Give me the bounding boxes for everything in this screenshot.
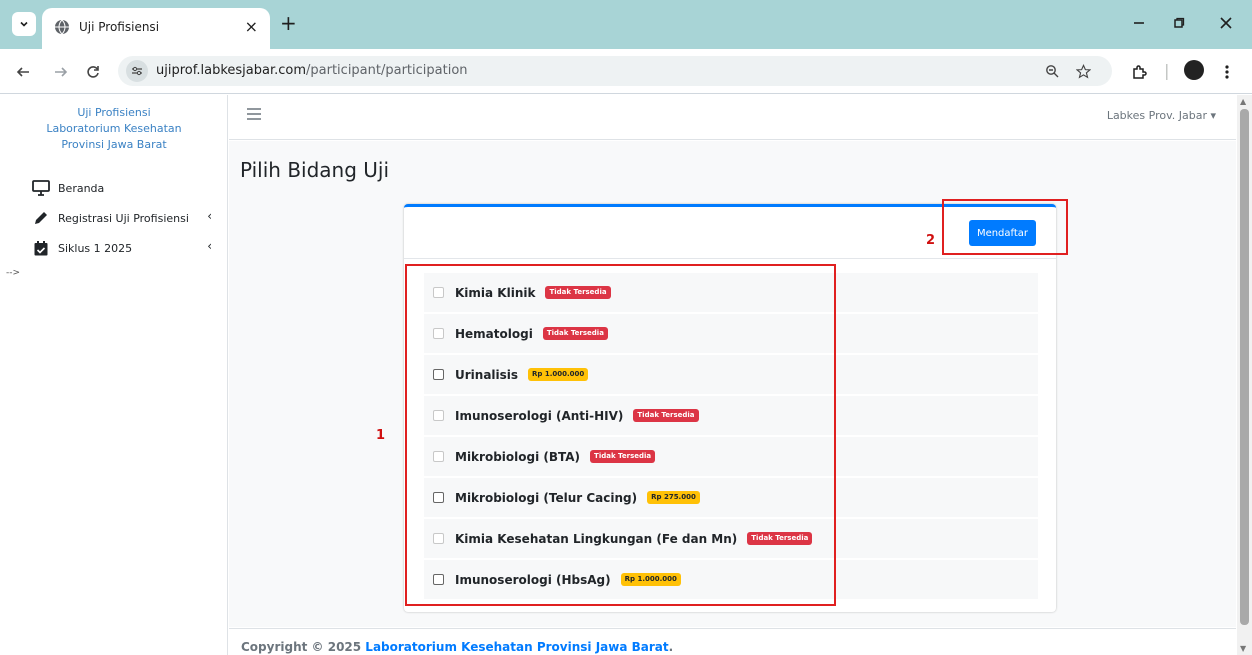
address-bar: ujiprof.labkesjabar.com/participant/part…	[0, 49, 1252, 94]
restore-icon	[1174, 17, 1185, 28]
footer: Copyright © 2025 Laboratorium Kesehatan …	[229, 628, 1236, 655]
top-navbar: Labkes Prov. Jabar ▾	[229, 95, 1236, 140]
zoom-button[interactable]	[1042, 61, 1062, 81]
reload-icon	[87, 66, 99, 78]
star-icon	[1075, 63, 1091, 78]
zoom-icon	[1046, 65, 1059, 78]
chevron-down-icon	[20, 21, 28, 27]
desktop-icon	[32, 180, 50, 196]
sidebar: Uji Profisiensi Laboratorium Kesehatan P…	[0, 95, 228, 655]
page-title: Pilih Bidang Uji	[240, 158, 390, 182]
chevron-left-icon: ‹	[207, 239, 212, 253]
sidebar-item-label: Registrasi Uji Profisiensi	[58, 211, 189, 225]
page-scrollbar[interactable]: ▲ ▼	[1237, 95, 1252, 655]
tab-search-button[interactable]	[12, 12, 36, 36]
annotation-box-1	[405, 264, 836, 606]
url-input[interactable]: ujiprof.labkesjabar.com/participant/part…	[118, 56, 1112, 86]
annotation-label-1: 1	[376, 428, 386, 443]
divider-icon	[1166, 64, 1168, 80]
more-vert-icon	[1225, 65, 1229, 79]
close-window-button[interactable]	[1215, 12, 1237, 34]
toolbar-divider	[1156, 61, 1178, 83]
browser-tab-bar: Uji Profisiensi × +	[0, 0, 1252, 49]
brand-line-2: Laboratorium Kesehatan	[46, 122, 182, 135]
browser-tab[interactable]: Uji Profisiensi ×	[42, 8, 270, 49]
restore-button[interactable]	[1168, 12, 1190, 34]
footer-link[interactable]: Laboratorium Kesehatan Provinsi Jawa Bar…	[365, 640, 668, 654]
tab-title: Uji Profisiensi	[79, 20, 160, 34]
footer-prefix: Copyright © 2025	[241, 640, 366, 654]
new-tab-button[interactable]: +	[280, 13, 297, 33]
footer-text: Copyright © 2025 Laboratorium Kesehatan …	[241, 640, 673, 654]
sidebar-item-beranda[interactable]: Beranda	[32, 178, 222, 198]
scroll-down-arrow-icon[interactable]: ▼	[1240, 644, 1246, 653]
stray-comment-text: -->	[6, 268, 21, 278]
sidebar-item-label: Beranda	[58, 181, 105, 195]
brand-link[interactable]: Uji Profisiensi Laboratorium Kesehatan P…	[0, 105, 228, 153]
url-path: /participant/participation	[306, 63, 468, 78]
url-text: ujiprof.labkesjabar.com/participant/part…	[156, 63, 468, 78]
back-button[interactable]	[12, 61, 34, 83]
calendar-check-icon	[32, 240, 50, 256]
scrollbar-thumb[interactable]	[1240, 109, 1249, 625]
url-host: ujiprof.labkesjabar.com	[156, 63, 307, 78]
annotation-label-2: 2	[926, 233, 936, 248]
site-info-button[interactable]	[126, 60, 148, 82]
annotation-box-2	[942, 199, 1068, 255]
minimize-button[interactable]	[1128, 12, 1150, 34]
brand-line-3: Provinsi Jawa Barat	[61, 138, 167, 151]
user-dropdown[interactable]: Labkes Prov. Jabar ▾	[1107, 109, 1216, 122]
bookmark-button[interactable]	[1073, 61, 1093, 81]
close-icon	[1220, 17, 1232, 29]
globe-icon	[55, 19, 69, 35]
forward-button[interactable]	[50, 61, 72, 83]
sidebar-item-siklus[interactable]: Siklus 1 2025 ‹	[32, 238, 222, 258]
reload-button[interactable]	[82, 61, 104, 83]
sidebar-item-registrasi[interactable]: Registrasi Uji Profisiensi ‹	[32, 208, 222, 228]
arrow-left-icon	[16, 67, 29, 77]
profile-avatar[interactable]	[1184, 60, 1204, 80]
minimize-icon	[1134, 22, 1144, 24]
sidebar-item-label: Siklus 1 2025	[58, 241, 133, 255]
scroll-up-arrow-icon[interactable]: ▲	[1240, 97, 1246, 106]
tune-icon	[132, 66, 142, 76]
browser-menu-button[interactable]	[1216, 61, 1238, 83]
brand-line-1: Uji Profisiensi	[77, 106, 151, 119]
extensions-button[interactable]	[1128, 61, 1150, 83]
footer-suffix: .	[668, 640, 674, 654]
puzzle-icon	[1133, 65, 1147, 79]
hamburger-menu-icon[interactable]	[247, 108, 261, 120]
pencil-icon	[32, 210, 50, 226]
arrow-right-icon	[55, 67, 68, 77]
chevron-left-icon: ‹	[207, 209, 212, 223]
tab-close-button[interactable]: ×	[245, 17, 258, 37]
